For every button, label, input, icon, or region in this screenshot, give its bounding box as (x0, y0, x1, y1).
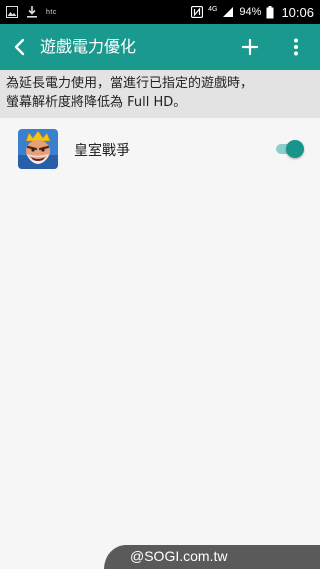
game-toggle[interactable] (274, 139, 304, 159)
description-line-2: 螢幕解析度將降低為 Full HD。 (6, 95, 187, 110)
battery-icon (266, 5, 274, 18)
watermark: @SOGI.com.tw (104, 545, 320, 569)
add-icon[interactable] (238, 35, 262, 59)
nfc-icon (191, 6, 204, 18)
battery-percent: 94% (239, 6, 262, 18)
status-bar: htc 4G 94% 10:06 (0, 0, 320, 24)
status-left-icons: htc (6, 4, 57, 20)
image-icon (6, 6, 18, 18)
signal-icon (223, 7, 234, 17)
toggle-thumb (286, 140, 304, 158)
description-banner: 為延長電力使用，當進行已指定的遊戲時， 螢幕解析度將降低為 Full HD。 (0, 70, 320, 118)
clock: 10:06 (281, 4, 314, 20)
status-right: 4G 94% 10:06 (191, 0, 314, 24)
description-line-1: 為延長電力使用，當進行已指定的遊戲時， (6, 76, 254, 91)
page-title: 遊戲電力優化 (40, 37, 137, 56)
game-name: 皇室戰爭 (74, 143, 130, 159)
watermark-text: @SOGI.com.tw (130, 548, 228, 564)
list-item[interactable]: 皇室戰爭 (0, 118, 320, 180)
back-icon[interactable] (8, 35, 32, 59)
carrier-label: htc (46, 8, 57, 16)
more-icon[interactable] (284, 35, 308, 59)
lte-icon: 4G (208, 5, 218, 13)
download-icon (27, 6, 37, 18)
app-bar: 遊戲電力優化 (0, 24, 320, 70)
clash-royale-app-icon (18, 129, 58, 169)
